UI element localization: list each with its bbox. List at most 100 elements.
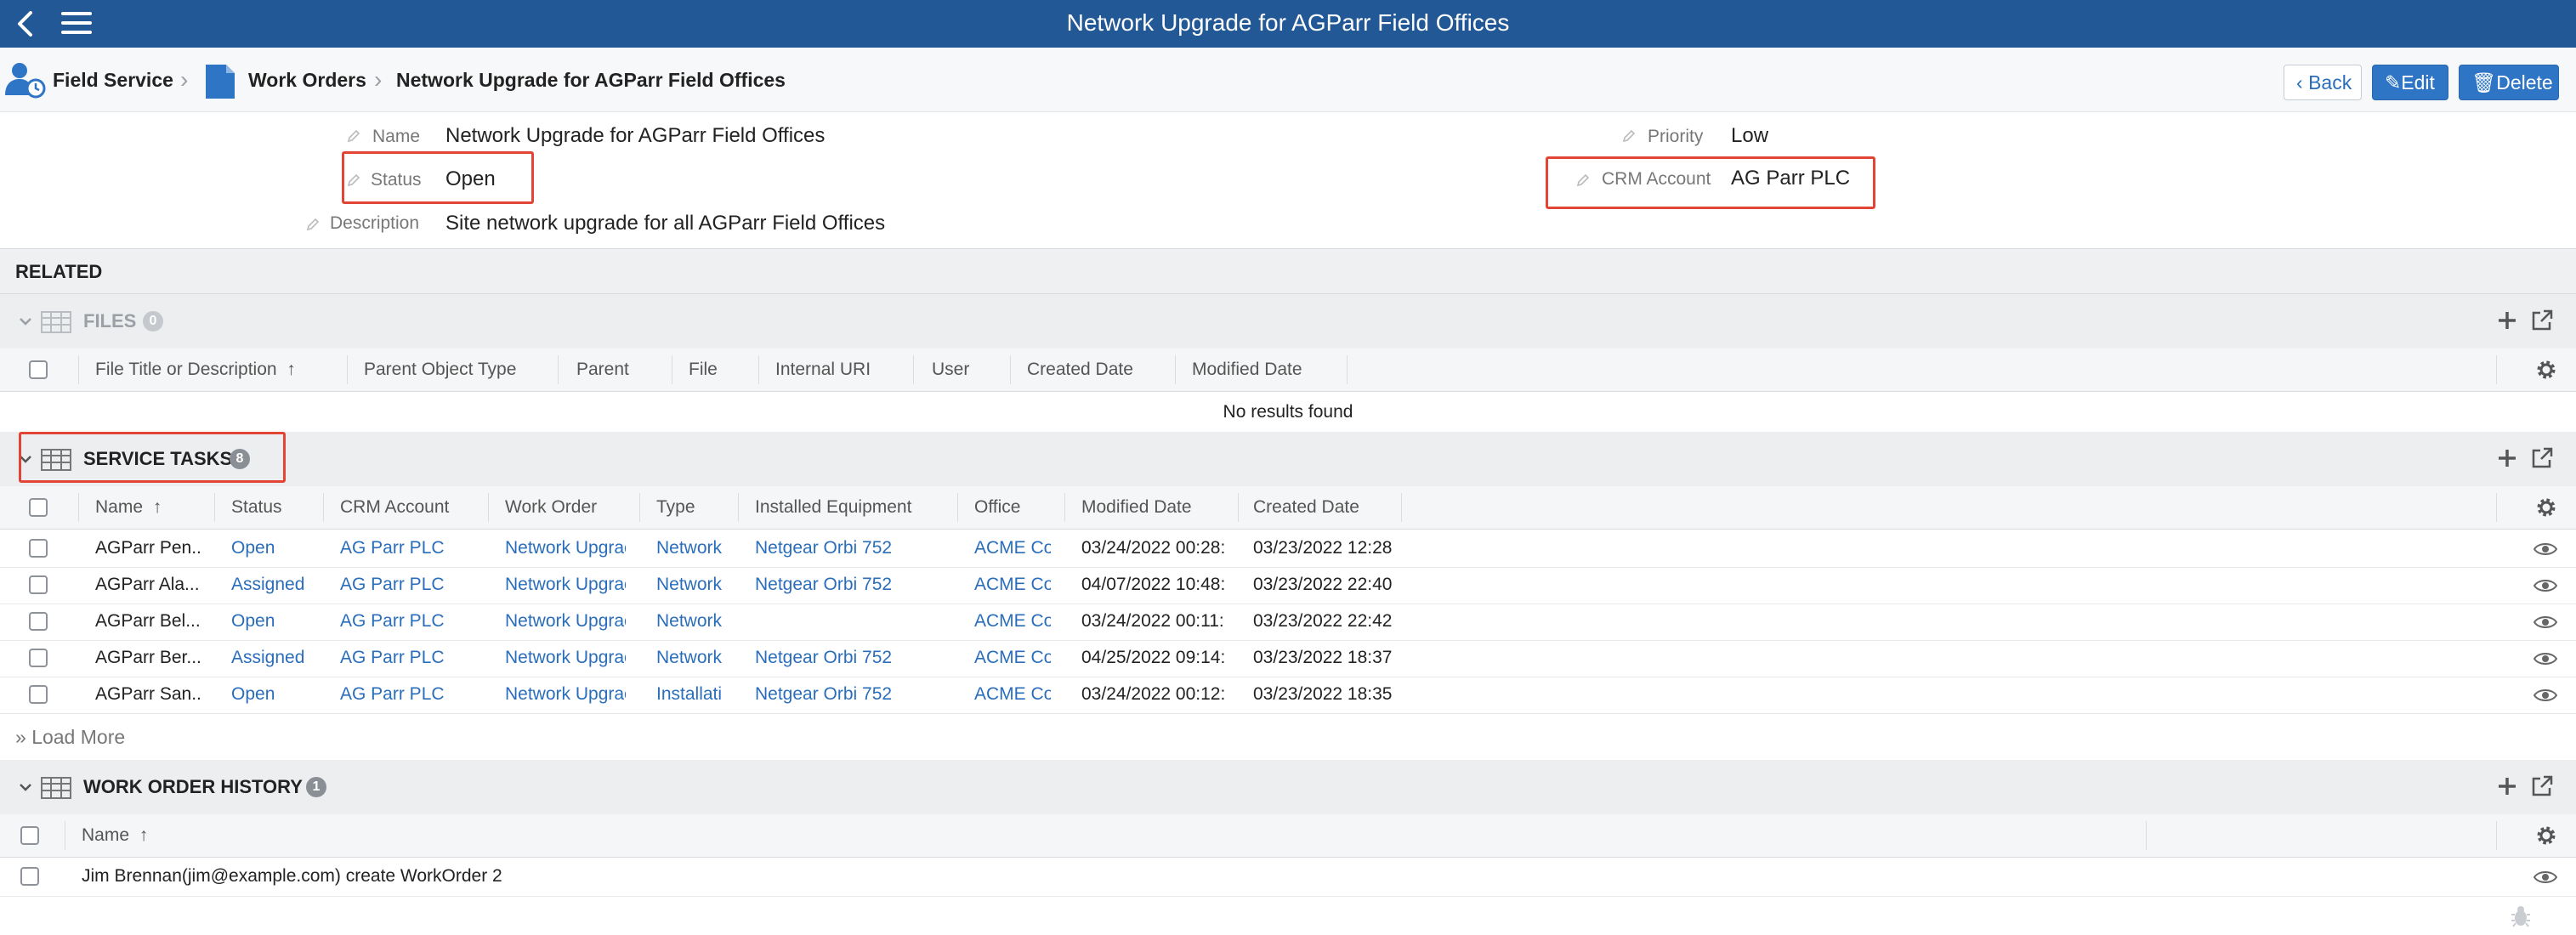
table-row[interactable]: AGParr San... Open AG Parr PLC Network U…	[0, 677, 2576, 714]
table-row[interactable]: Jim Brennan(jim@example.com) create Work…	[0, 858, 2576, 897]
eye-icon[interactable]	[2533, 577, 2557, 594]
row-checkbox[interactable]	[29, 575, 48, 594]
task-status[interactable]: Open	[231, 604, 316, 639]
task-type[interactable]: Installati	[656, 677, 728, 712]
column-header-work-order[interactable]: Work Order	[505, 486, 597, 529]
column-header-modified-date[interactable]: Modified Date	[1192, 348, 1302, 391]
column-header-parent-object-type[interactable]: Parent Object Type	[364, 348, 516, 391]
task-work-order[interactable]: Network Upgrac	[505, 604, 626, 639]
column-header-file[interactable]: File	[689, 348, 718, 391]
pencil-icon[interactable]	[1622, 129, 1636, 143]
task-work-order[interactable]: Network Upgrac	[505, 677, 626, 712]
plus-icon[interactable]	[2496, 775, 2518, 797]
work-order-history-section-header[interactable]: WORK ORDER HISTORY 1	[0, 760, 2576, 815]
breadcrumb-field-service[interactable]: Field Service	[53, 48, 173, 112]
task-type[interactable]: Network	[656, 530, 728, 566]
breadcrumb-work-orders[interactable]: Work Orders	[248, 48, 366, 112]
row-checkbox[interactable]	[29, 685, 48, 704]
highlight-box-crm-account	[1546, 156, 1875, 209]
task-work-order[interactable]: Network Upgrac	[505, 640, 626, 676]
column-header-name[interactable]: Name ↑	[82, 814, 148, 857]
task-office[interactable]: ACME Cor	[974, 604, 1051, 639]
external-link-icon[interactable]	[2530, 309, 2554, 332]
row-checkbox[interactable]	[29, 649, 48, 667]
table-row[interactable]: AGParr Bel... Open AG Parr PLC Network U…	[0, 604, 2576, 641]
task-installed-equipment[interactable]: Netgear Orbi 752	[755, 530, 947, 566]
pencil-icon[interactable]	[306, 218, 320, 231]
edit-button[interactable]: ✎Edit	[2372, 65, 2448, 100]
pencil-icon[interactable]	[347, 129, 360, 143]
column-header-office[interactable]: Office	[974, 486, 1020, 529]
back-button[interactable]: ‹ Back	[2284, 65, 2362, 100]
row-checkbox[interactable]	[29, 612, 48, 631]
column-header-modified-date[interactable]: Modified Date	[1081, 486, 1192, 529]
external-link-icon[interactable]	[2530, 446, 2554, 470]
eye-icon[interactable]	[2533, 614, 2557, 631]
highlight-box-status	[342, 151, 534, 204]
task-crm-account[interactable]: AG Parr PLC	[340, 677, 481, 712]
column-header-parent[interactable]: Parent	[576, 348, 629, 391]
task-installed-equipment[interactable]: Netgear Orbi 752	[755, 640, 947, 676]
chevron-down-icon[interactable]	[17, 779, 34, 796]
task-office[interactable]: ACME Cor	[974, 530, 1051, 566]
field-label-name: Name	[372, 127, 421, 146]
column-header-user[interactable]: User	[932, 348, 969, 391]
plus-icon[interactable]	[2496, 447, 2518, 469]
work-order-history-section-title: WORK ORDER HISTORY	[83, 776, 303, 797]
task-office[interactable]: ACME Cor	[974, 567, 1051, 603]
bug-icon[interactable]	[2510, 904, 2532, 928]
eye-icon[interactable]	[2533, 687, 2557, 704]
select-all-checkbox[interactable]	[20, 826, 39, 845]
gear-icon[interactable]	[2535, 496, 2557, 518]
task-crm-account[interactable]: AG Parr PLC	[340, 640, 481, 676]
service-tasks-section-header[interactable]: SERVICE TASKS 8	[0, 432, 2576, 487]
task-type[interactable]: Network	[656, 567, 728, 603]
task-type[interactable]: Network	[656, 604, 728, 639]
eye-icon[interactable]	[2533, 541, 2557, 558]
table-row[interactable]: AGParr Ber... Assigned AG Parr PLC Netwo…	[0, 640, 2576, 677]
task-crm-account[interactable]: AG Parr PLC	[340, 530, 481, 566]
gear-icon[interactable]	[2535, 359, 2557, 381]
task-crm-account[interactable]: AG Parr PLC	[340, 567, 481, 603]
column-header-created-date[interactable]: Created Date	[1027, 348, 1133, 391]
task-modified-date: 03/24/2022 00:28:	[1081, 538, 1226, 558]
row-checkbox[interactable]	[20, 867, 39, 886]
column-header-internal-uri[interactable]: Internal URI	[775, 348, 871, 391]
task-status[interactable]: Open	[231, 530, 316, 566]
task-status[interactable]: Open	[231, 677, 316, 712]
eye-icon[interactable]	[2533, 650, 2557, 667]
column-header-name[interactable]: Name ↑	[95, 486, 162, 529]
files-section-header[interactable]: FILES 0	[0, 294, 2576, 349]
select-all-checkbox[interactable]	[29, 360, 48, 379]
task-type[interactable]: Network	[656, 640, 728, 676]
table-row[interactable]: AGParr Ala... Assigned AG Parr PLC Netwo…	[0, 567, 2576, 604]
task-crm-account[interactable]: AG Parr PLC	[340, 604, 481, 639]
task-status[interactable]: Assigned	[231, 640, 316, 676]
gear-icon[interactable]	[2535, 824, 2557, 847]
external-link-icon[interactable]	[2530, 774, 2554, 798]
column-header-file-title[interactable]: File Title or Description ↑	[95, 348, 296, 391]
column-header-status[interactable]: Status	[231, 486, 282, 529]
work-order-history-count-badge: 1	[306, 777, 326, 797]
sort-arrow-icon: ↑	[139, 825, 149, 845]
chevron-down-icon[interactable]	[17, 313, 34, 330]
task-office[interactable]: ACME Cor	[974, 677, 1051, 712]
column-header-crm-account[interactable]: CRM Account	[340, 486, 449, 529]
column-header-created-date[interactable]: Created Date	[1253, 486, 1359, 529]
select-all-checkbox[interactable]	[29, 498, 48, 517]
plus-icon[interactable]	[2496, 309, 2518, 332]
chevron-left-icon: ‹	[2296, 71, 2303, 94]
task-status[interactable]: Assigned	[231, 567, 316, 603]
load-more-link[interactable]: » Load More	[15, 724, 125, 750]
row-checkbox[interactable]	[29, 539, 48, 558]
task-work-order[interactable]: Network Upgrac	[505, 567, 626, 603]
column-header-type[interactable]: Type	[656, 486, 695, 529]
task-work-order[interactable]: Network Upgrac	[505, 530, 626, 566]
eye-icon[interactable]	[2533, 869, 2557, 886]
task-installed-equipment[interactable]: Netgear Orbi 752	[755, 567, 947, 603]
column-header-installed-equipment[interactable]: Installed Equipment	[755, 486, 911, 529]
table-row[interactable]: AGParr Pen... Open AG Parr PLC Network U…	[0, 530, 2576, 568]
delete-button[interactable]: 🗑Delete	[2459, 65, 2559, 100]
task-installed-equipment[interactable]: Netgear Orbi 752	[755, 677, 947, 712]
task-office[interactable]: ACME Cor	[974, 640, 1051, 676]
